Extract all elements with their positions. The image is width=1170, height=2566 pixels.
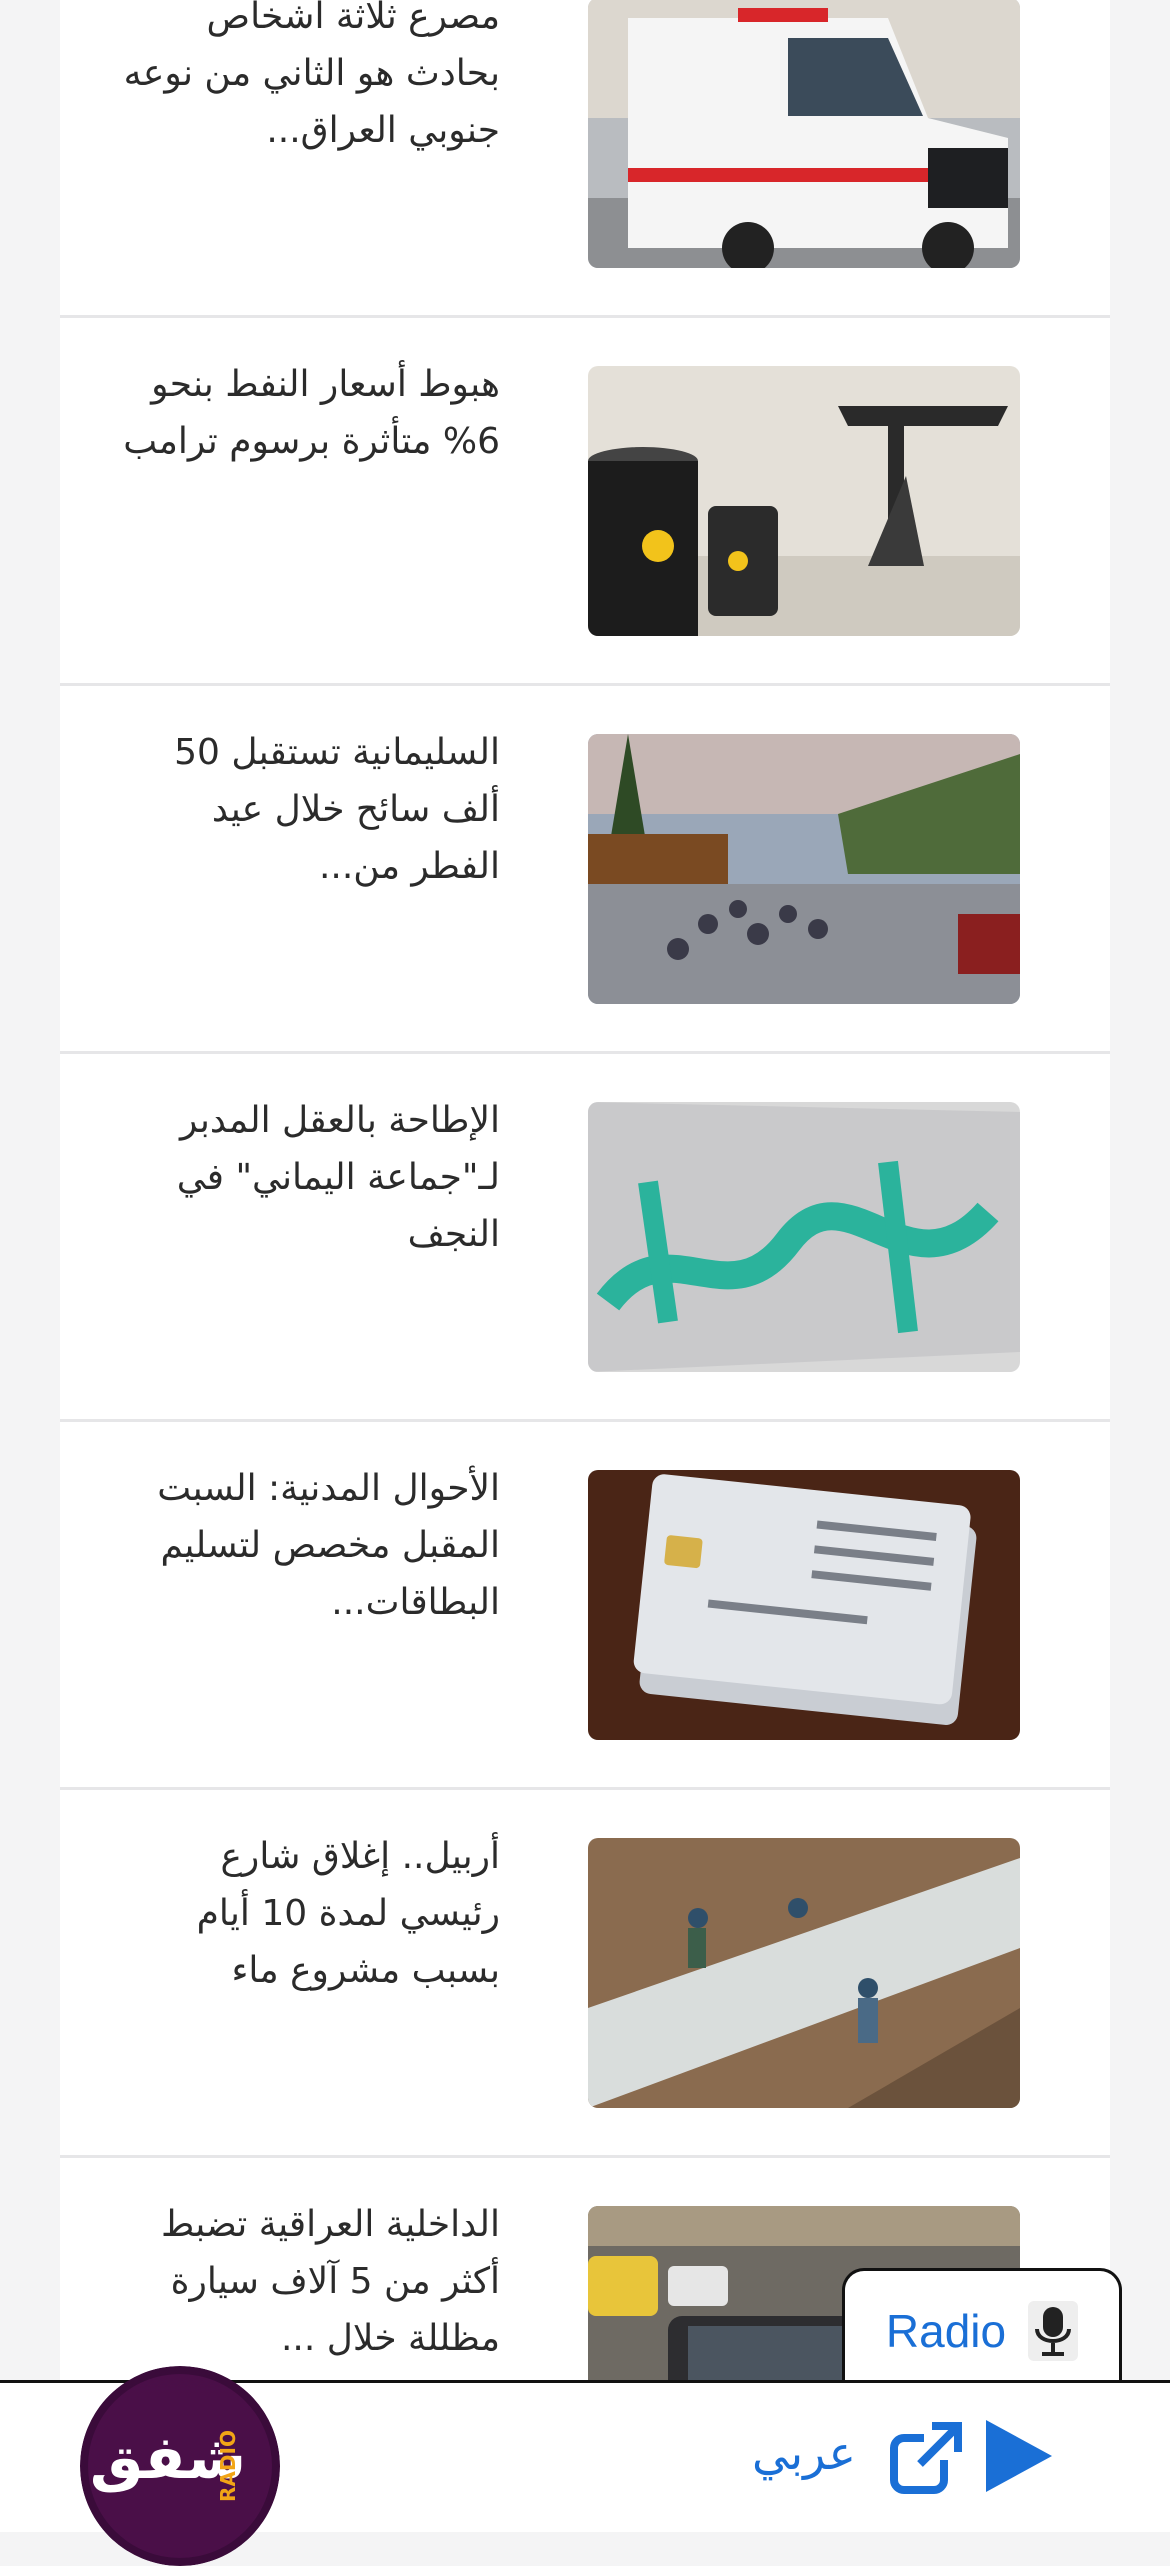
news-thumbnail-id-cards[interactable] <box>588 1470 1020 1740</box>
news-item[interactable]: هبوط أسعار النفط بنحو 6% متأثرة برسوم تر… <box>60 318 1110 686</box>
news-title[interactable]: الإطاحة بالعقل المدبر لـ"جماعة اليماني" … <box>120 1092 500 1263</box>
language-label[interactable]: عربي <box>752 2418 856 2488</box>
radio-tab[interactable]: Radio <box>842 2268 1122 2388</box>
station-logo[interactable]: شفق RADIO <box>80 2366 280 2566</box>
news-title[interactable]: الأحوال المدنية: السبت المقبل مخصص لتسلي… <box>120 1460 500 1631</box>
radio-label: Radio <box>885 2305 1007 2357</box>
news-item[interactable]: مصرع ثلاثة اشخاص بحادث هو الثاني من نوعه… <box>60 0 1110 318</box>
news-item[interactable]: الأحوال المدنية: السبت المقبل مخصص لتسلي… <box>60 1422 1110 1790</box>
external-link-icon[interactable] <box>888 2420 964 2496</box>
play-icon[interactable] <box>982 2418 1054 2494</box>
news-item[interactable]: أربيل.. إغلاق شارع رئيسي لمدة 10 أيام بس… <box>60 1790 1110 2158</box>
news-item[interactable]: الإطاحة بالعقل المدبر لـ"جماعة اليماني" … <box>60 1054 1110 1422</box>
news-thumbnail-oil-barrels[interactable] <box>588 366 1020 636</box>
news-thumbnail-green-banner[interactable] <box>588 1102 1020 1372</box>
news-title[interactable]: السليمانية تستقبل 50 ألف سائح خلال عيد ا… <box>120 724 500 895</box>
news-title[interactable]: أربيل.. إغلاق شارع رئيسي لمدة 10 أيام بس… <box>120 1828 500 1999</box>
news-thumbnail-crowd-street[interactable] <box>588 734 1020 1004</box>
news-title[interactable]: مصرع ثلاثة اشخاص بحادث هو الثاني من نوعه… <box>120 0 500 159</box>
news-feed: مصرع ثلاثة اشخاص بحادث هو الثاني من نوعه… <box>60 0 1110 2380</box>
news-thumbnail-water-pipe[interactable] <box>588 1838 1020 2108</box>
news-title[interactable]: الداخلية العراقية تضبط أكثر من 5 آلاف سي… <box>120 2196 500 2367</box>
news-item[interactable]: السليمانية تستقبل 50 ألف سائح خلال عيد ا… <box>60 686 1110 1054</box>
logo-sub: RADIO <box>216 2430 240 2502</box>
news-thumbnail-ambulance[interactable] <box>588 0 1020 268</box>
microphone-icon <box>1028 2301 1079 2361</box>
news-title[interactable]: هبوط أسعار النفط بنحو 6% متأثرة برسوم تر… <box>120 356 500 470</box>
